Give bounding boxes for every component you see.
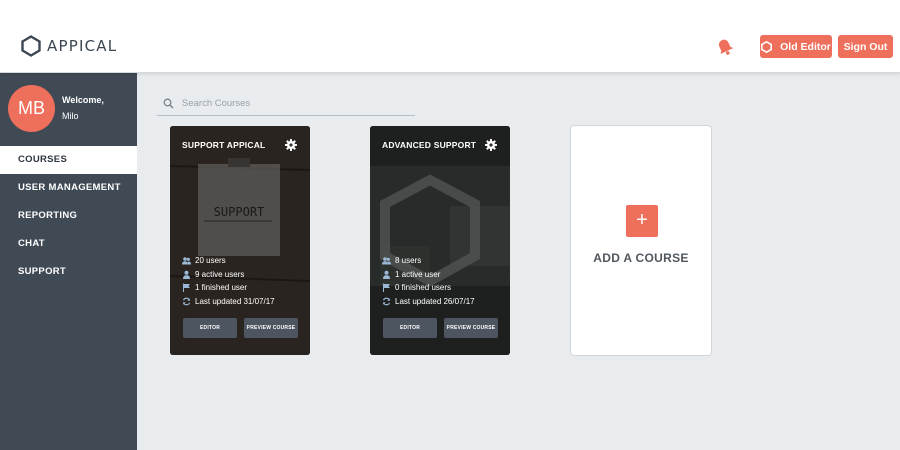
last-updated: Last updated 26/07/17: [395, 296, 475, 306]
sidebar: MB Welcome, Milo COURSES USER MANAGEMENT…: [0, 73, 137, 450]
notification-bell-icon[interactable]: [715, 37, 735, 57]
brand-name: APPICAL: [47, 37, 118, 55]
stat-last-updated: Last updated 31/07/17: [182, 295, 302, 309]
plus-icon[interactable]: +: [626, 205, 658, 237]
user-icon: [383, 270, 390, 279]
user-name: Milo: [62, 111, 79, 121]
add-course-card[interactable]: + ADD A COURSE: [570, 125, 712, 356]
hexagon-icon: [761, 40, 773, 53]
search-input[interactable]: [182, 98, 402, 109]
preview-course-button[interactable]: PREVIEW COURSE: [244, 318, 298, 338]
old-editor-label: Old Editor: [780, 40, 831, 53]
refresh-icon: [382, 297, 391, 306]
course-title: ADVANCED SUPPORT: [382, 140, 477, 150]
users-icon: [182, 257, 191, 265]
course-stats: 20 users 9 active users 1 finished user …: [182, 254, 302, 308]
stat-users: 8 users: [382, 254, 502, 268]
flag-icon: [183, 283, 190, 293]
appical-logo[interactable]: APPICAL: [21, 35, 117, 57]
search-bar: [157, 92, 415, 116]
finished-count: 0 finished users: [395, 283, 452, 293]
course-stats: 8 users 1 active user 0 finished users L…: [382, 254, 502, 308]
sidebar-item-support[interactable]: SUPPORT: [0, 258, 137, 286]
sidebar-nav: COURSES USER MANAGEMENT REPORTING CHAT S…: [0, 146, 137, 286]
finished-count: 1 finished user: [195, 283, 248, 293]
stat-finished: 1 finished user: [182, 281, 302, 295]
last-updated: Last updated 31/07/17: [195, 296, 275, 306]
editor-button[interactable]: EDITOR: [383, 318, 437, 338]
old-editor-button[interactable]: Old Editor: [760, 35, 832, 58]
search-icon: [163, 98, 174, 109]
welcome-line: Welcome,: [62, 95, 104, 105]
active-users-count: 1 active user: [395, 269, 441, 279]
stat-finished: 0 finished users: [382, 281, 502, 295]
sidebar-item-user-management[interactable]: USER MANAGEMENT: [0, 174, 137, 202]
gear-icon[interactable]: [485, 139, 497, 151]
sidebar-item-chat[interactable]: CHAT: [0, 230, 137, 258]
sidebar-item-courses[interactable]: COURSES: [0, 146, 137, 174]
user-icon: [183, 270, 190, 279]
stat-users: 20 users: [182, 254, 302, 268]
add-course-label: ADD A COURSE: [593, 251, 689, 265]
course-title: SUPPORT APPICAL: [182, 140, 266, 150]
stat-active-users: 1 active user: [382, 268, 502, 282]
flag-icon: [383, 283, 390, 293]
welcome-message: Welcome, Milo: [62, 92, 104, 124]
sign-out-button[interactable]: Sign Out: [838, 35, 893, 58]
top-header: APPICAL Old Editor Sign Out: [0, 0, 900, 73]
preview-course-button[interactable]: PREVIEW COURSE: [444, 318, 498, 338]
users-count: 8 users: [395, 256, 422, 266]
avatar[interactable]: MB: [8, 85, 55, 132]
sidebar-item-reporting[interactable]: REPORTING: [0, 202, 137, 230]
users-count: 20 users: [195, 256, 226, 266]
stat-active-users: 9 active users: [182, 268, 302, 282]
course-card-support-appical[interactable]: SUPPORT SUPPORT APPICAL 20 users 9 activ…: [170, 126, 310, 355]
refresh-icon: [182, 297, 191, 306]
users-icon: [382, 257, 391, 265]
gear-icon[interactable]: [285, 139, 297, 151]
active-users-count: 9 active users: [195, 269, 245, 279]
hexagon-logo-icon: [21, 35, 41, 57]
course-card-advanced-support[interactable]: ADVANCED SUPPORT 8 users 1 active user 0…: [370, 126, 510, 355]
editor-button[interactable]: EDITOR: [183, 318, 237, 338]
stat-last-updated: Last updated 26/07/17: [382, 295, 502, 309]
